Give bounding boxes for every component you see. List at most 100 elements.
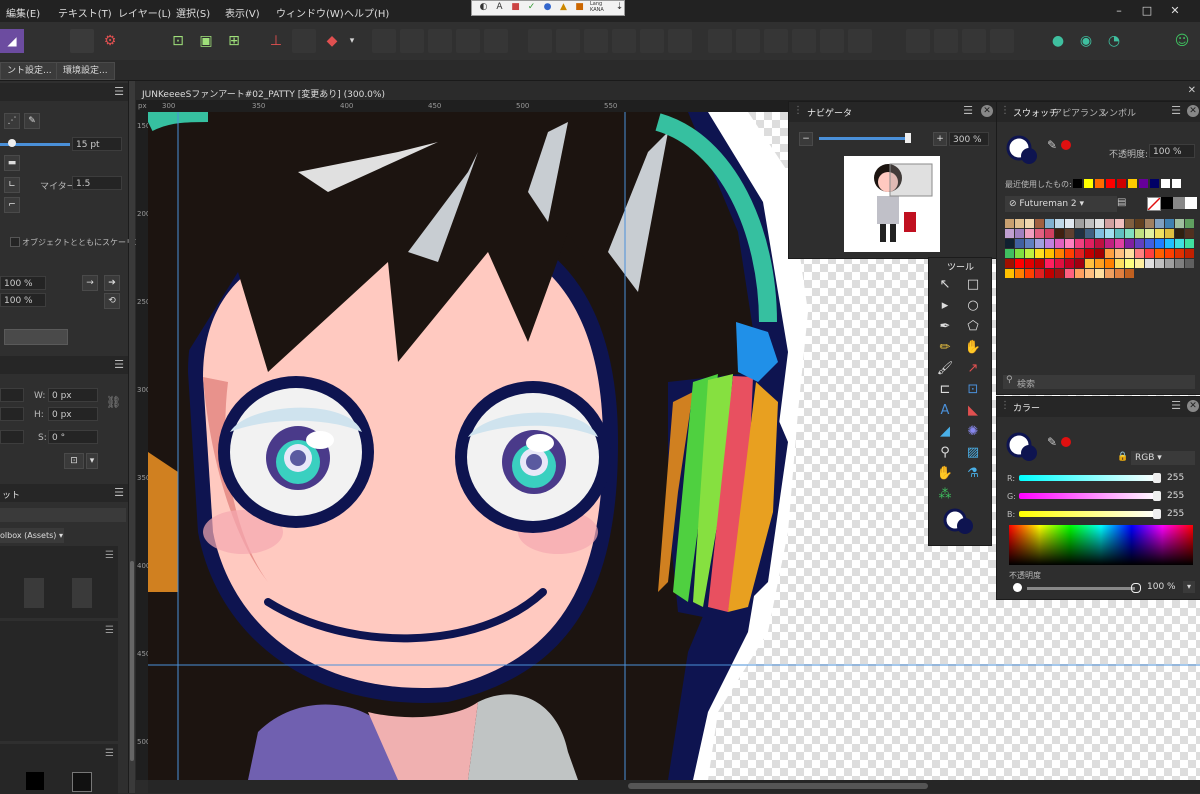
anchor-icon[interactable]: ⊡	[64, 453, 84, 469]
palette-swatch[interactable]	[1065, 239, 1074, 248]
zoom-in-icon[interactable]: +	[933, 132, 947, 146]
polygon-tool-icon[interactable]: ⬠	[962, 317, 984, 337]
ime-kana-icon[interactable]: A	[494, 2, 505, 13]
palette-swatch[interactable]	[1085, 259, 1094, 268]
place-image-tool-icon[interactable]: ▨	[962, 443, 984, 463]
y-field[interactable]	[0, 407, 24, 421]
palette-swatch[interactable]	[1015, 269, 1024, 278]
swatch-white[interactable]	[1185, 197, 1197, 209]
persona-designer-button[interactable]	[70, 29, 94, 53]
palette-swatch[interactable]	[1025, 239, 1034, 248]
chat-icon[interactable]: ◉	[1074, 29, 1098, 53]
palette-swatch[interactable]	[1185, 249, 1194, 258]
close-panel-icon[interactable]: ✕	[1187, 400, 1199, 412]
arrow-start-icon[interactable]: →	[82, 275, 98, 291]
asset-thumb[interactable]	[26, 772, 44, 790]
palette-swatch[interactable]	[1135, 219, 1144, 228]
transform-button-3[interactable]	[764, 29, 788, 53]
crop-tool-icon[interactable]: ⊏	[934, 380, 956, 400]
transform-button-2[interactable]	[736, 29, 760, 53]
boolean-button-4[interactable]	[990, 29, 1014, 53]
drag-handle-icon[interactable]: ⋮	[1000, 105, 1010, 116]
recent-swatch[interactable]	[1150, 179, 1159, 188]
asset-thumb[interactable]	[72, 578, 92, 608]
g-value[interactable]: 255	[1167, 491, 1184, 501]
palette-swatch[interactable]	[1095, 259, 1104, 268]
left-scroll-thumb[interactable]	[130, 561, 134, 761]
palette-swatch[interactable]	[1105, 249, 1114, 258]
palette-swatch[interactable]	[1125, 229, 1134, 238]
persona-pixel-icon[interactable]: ⚙	[98, 29, 122, 53]
palette-swatch[interactable]	[1105, 239, 1114, 248]
panel-menu-icon[interactable]: ☰	[114, 85, 124, 98]
palette-swatch[interactable]	[1185, 239, 1194, 248]
palette-swatch[interactable]	[1155, 229, 1164, 238]
palette-swatch[interactable]	[1045, 219, 1054, 228]
menu-text[interactable]: テキスト(T)	[58, 5, 112, 20]
link-icon[interactable]: ⛓	[106, 395, 121, 409]
palette-swatch[interactable]	[1025, 229, 1034, 238]
swatch-black[interactable]	[1161, 197, 1173, 209]
palette-swatch[interactable]	[1085, 269, 1094, 278]
palette-swatch[interactable]	[1005, 229, 1014, 238]
pencil-tool-icon[interactable]: ✏	[934, 338, 956, 358]
miter-field[interactable]: 1.5	[72, 176, 122, 190]
move-tool-icon[interactable]: ↖	[934, 275, 956, 295]
palette-swatch[interactable]	[1005, 259, 1014, 268]
color-spectrum[interactable]	[1009, 525, 1193, 565]
palette-swatch[interactable]	[1155, 239, 1164, 248]
b-slider-thumb[interactable]	[1153, 509, 1161, 519]
palette-swatch[interactable]	[1145, 229, 1154, 238]
recent-swatch[interactable]	[1161, 179, 1170, 188]
palette-swatch[interactable]	[1025, 259, 1034, 268]
arrange-button-5[interactable]	[484, 29, 508, 53]
drag-handle-icon[interactable]: ⋮	[793, 105, 803, 116]
palette-swatch[interactable]	[1135, 249, 1144, 258]
anchor-dropdown-icon[interactable]: ▾	[86, 453, 98, 469]
picker-icon[interactable]: ✎	[1047, 138, 1057, 152]
palette-swatch[interactable]	[1145, 249, 1154, 258]
zoom-slider[interactable]	[819, 137, 911, 140]
align-button-5[interactable]	[640, 29, 664, 53]
palette-swatch[interactable]	[1005, 219, 1014, 228]
palette-swatch[interactable]	[1025, 219, 1034, 228]
menu-view[interactable]: 表示(V)	[225, 5, 260, 20]
document-tab[interactable]: JUNKeeeeSファンアート#02_PATTY [変更あり] (300.0%)…	[136, 84, 1200, 100]
palette-swatch[interactable]	[1125, 259, 1134, 268]
palette-swatch[interactable]	[1015, 229, 1024, 238]
asset-thumb[interactable]	[24, 578, 44, 608]
palette-swatch[interactable]	[1145, 239, 1154, 248]
opacity-dropdown-icon[interactable]: ▾	[1183, 581, 1195, 593]
g-slider[interactable]	[1019, 493, 1157, 499]
recent-swatch[interactable]	[1084, 179, 1093, 188]
recent-swatch[interactable]	[1106, 179, 1115, 188]
palette-swatch[interactable]	[1125, 249, 1134, 258]
zoom-out-icon[interactable]: −	[799, 132, 813, 146]
arrow-end-icon[interactable]: ➔	[104, 275, 120, 291]
arrange-button-1[interactable]	[372, 29, 396, 53]
palette-swatch[interactable]	[1055, 219, 1064, 228]
palette-swatch[interactable]	[1035, 249, 1044, 258]
align-button-2[interactable]	[556, 29, 580, 53]
preferences-button[interactable]: 環境設定...	[56, 62, 115, 80]
palette-swatch[interactable]	[1055, 259, 1064, 268]
menu-edit[interactable]: 編集(E)	[6, 5, 40, 20]
palette-swatch[interactable]	[1155, 249, 1164, 258]
palette-swatch[interactable]	[1045, 269, 1054, 278]
palette-swatch[interactable]	[1005, 239, 1014, 248]
palette-swatch[interactable]	[1065, 229, 1074, 238]
color-picker-icon[interactable]: ✎	[1047, 435, 1057, 449]
gradient-tool-icon[interactable]: ◢	[934, 422, 956, 442]
palette-swatch[interactable]	[1095, 239, 1104, 248]
none-color-icon[interactable]	[1061, 140, 1071, 150]
panel-menu-icon[interactable]: ☰	[1171, 104, 1181, 117]
palette-swatch[interactable]	[1095, 249, 1104, 258]
palette-swatch[interactable]	[1035, 239, 1044, 248]
menu-help[interactable]: ヘルプ(H)	[344, 5, 389, 20]
palette-swatch[interactable]	[1125, 269, 1134, 278]
swap-arrows-icon[interactable]: ⟲	[104, 293, 120, 309]
palette-swatch[interactable]	[1085, 249, 1094, 258]
palette-swatch[interactable]	[1075, 229, 1084, 238]
opacity-field[interactable]: 100 %	[1149, 144, 1195, 158]
palette-swatch[interactable]	[1165, 239, 1174, 248]
